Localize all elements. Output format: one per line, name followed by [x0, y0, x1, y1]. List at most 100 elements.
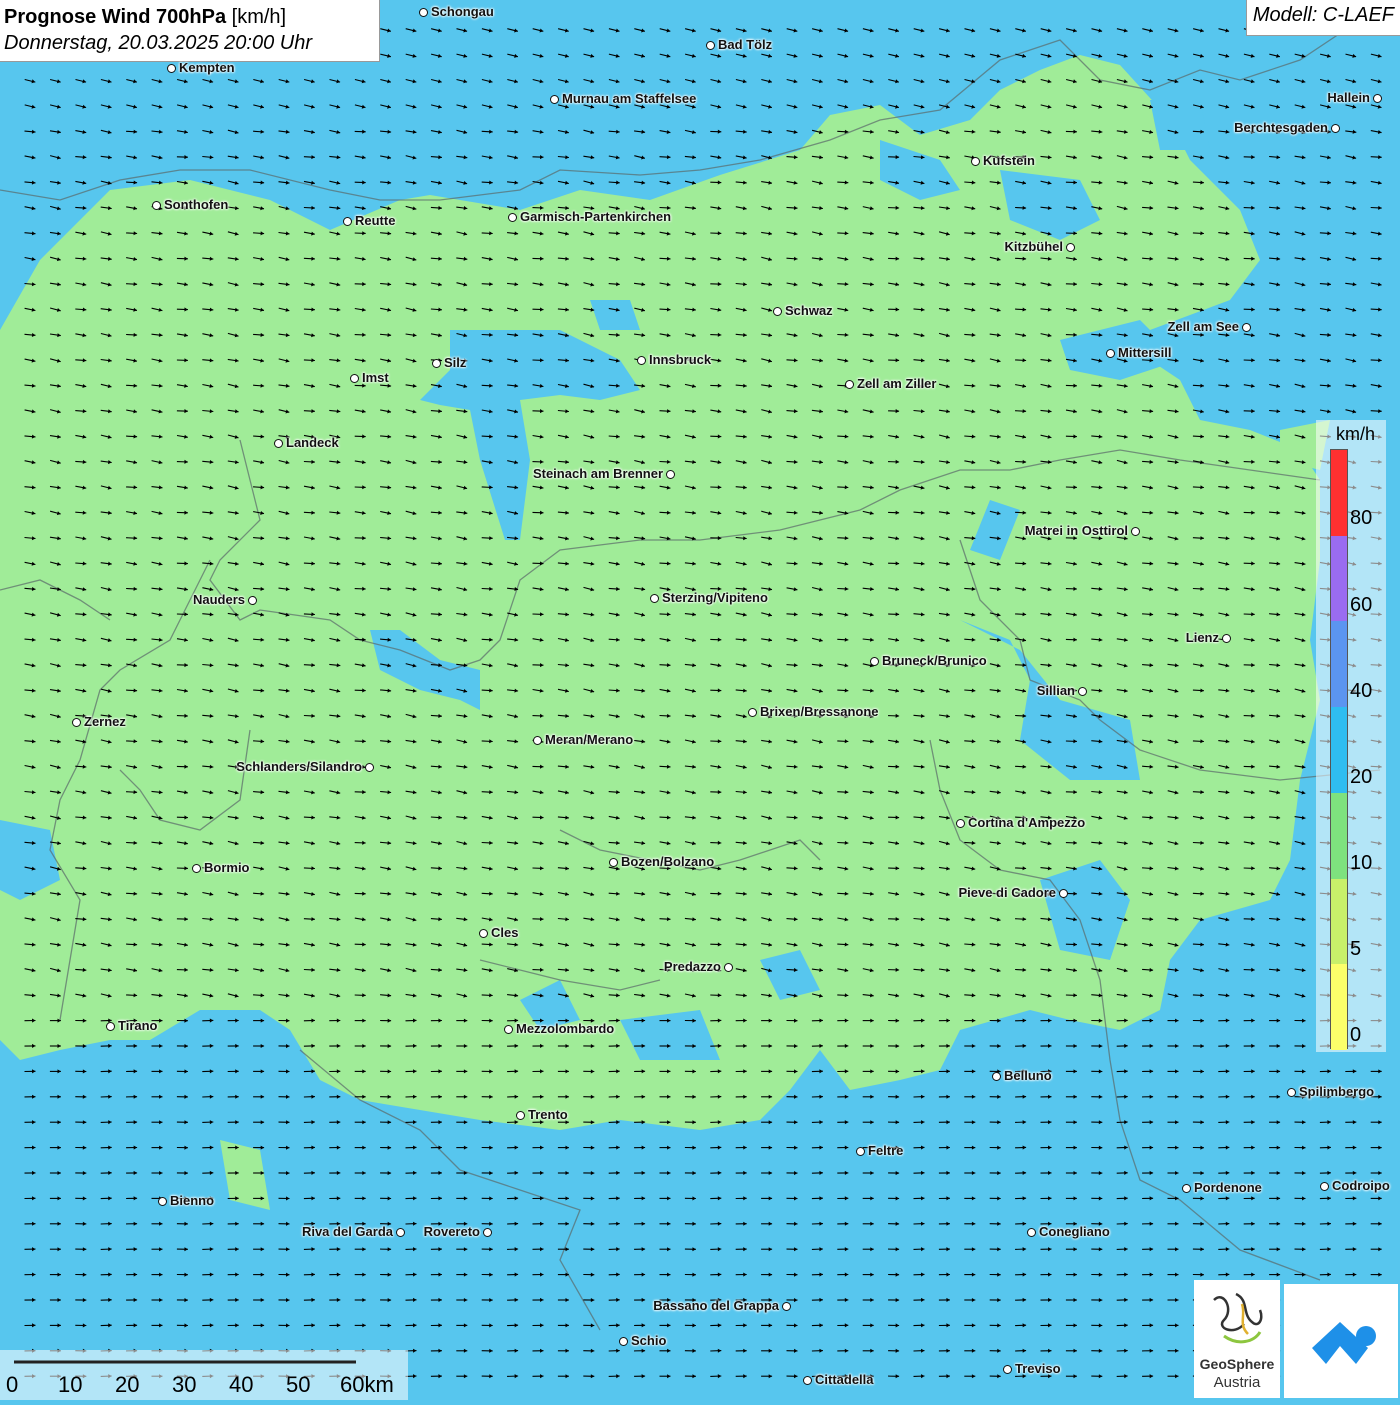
legend-segment — [1331, 964, 1347, 1050]
geosphere-logo-icon — [1194, 1280, 1280, 1356]
city-label: Pieve di Cadore — [958, 885, 1056, 900]
city-marker — [152, 201, 161, 210]
city-marker — [1078, 687, 1087, 696]
geosphere-sub: Austria — [1194, 1374, 1280, 1391]
city-label: Innsbruck — [649, 352, 711, 367]
city-label: Kitzbühel — [1005, 239, 1064, 254]
city-marker — [845, 380, 854, 389]
city-marker — [782, 1302, 791, 1311]
map-title: Prognose Wind 700hPa [km/h] — [4, 4, 379, 30]
city-label: Bozen/Bolzano — [621, 854, 714, 869]
city-label: Silz — [444, 355, 466, 370]
legend-segment — [1331, 707, 1347, 793]
city-marker — [72, 718, 81, 727]
city-label: Bormio — [204, 860, 250, 875]
city-label: Cittadella — [815, 1372, 874, 1387]
legend-label: 5 — [1350, 938, 1361, 961]
city-marker — [870, 657, 879, 666]
city-marker — [419, 8, 428, 17]
city-label: Schlanders/Silandro — [236, 759, 362, 774]
legend-label: 0 — [1350, 1024, 1361, 1047]
legend-label: 40 — [1350, 680, 1372, 703]
city-label: Bassano del Grappa — [653, 1298, 779, 1313]
city-marker — [248, 596, 257, 605]
city-marker — [350, 374, 359, 383]
scale-label: 0 — [6, 1372, 18, 1398]
city-label: Sillian — [1037, 683, 1075, 698]
city-label: Schio — [631, 1333, 666, 1348]
scale-label: 50 — [286, 1372, 310, 1398]
city-label: Predazzo — [664, 959, 721, 974]
city-label: Brixen/Bressanone — [760, 704, 879, 719]
city-marker — [650, 594, 659, 603]
city-marker — [508, 213, 517, 222]
city-marker — [167, 64, 176, 73]
city-label: Mezzolombardo — [516, 1021, 614, 1036]
map-title-bold: Prognose Wind 700hPa — [4, 6, 226, 28]
city-label: Zell am See — [1167, 319, 1239, 334]
city-label: Schwaz — [785, 303, 833, 318]
city-marker — [1182, 1184, 1191, 1193]
city-marker — [1242, 323, 1251, 332]
city-label: Bienno — [170, 1193, 214, 1208]
city-marker — [1373, 94, 1382, 103]
city-label: Trento — [528, 1107, 568, 1122]
scale-label: 40 — [229, 1372, 253, 1398]
city-label: Cles — [491, 925, 518, 940]
city-label: Lienz — [1186, 630, 1219, 645]
city-label: Nauders — [193, 592, 245, 607]
city-marker — [1059, 889, 1068, 898]
legend-segment — [1331, 621, 1347, 707]
city-label: Mittersill — [1118, 345, 1171, 360]
city-marker — [619, 1337, 628, 1346]
city-label: Treviso — [1015, 1361, 1061, 1376]
legend-segment — [1331, 536, 1347, 622]
city-marker — [1331, 124, 1340, 133]
title-box: Prognose Wind 700hPa [km/h] Donnerstag, … — [0, 0, 380, 62]
city-marker — [1027, 1228, 1036, 1237]
city-label: Zell am Ziller — [857, 376, 936, 391]
city-marker — [773, 307, 782, 316]
city-label: Sterzing/Vipiteno — [662, 590, 768, 605]
model-label: Modell: C-LAEF — [1246, 0, 1400, 36]
city-marker — [343, 217, 352, 226]
city-marker — [158, 1197, 167, 1206]
city-label: Riva del Garda — [302, 1224, 393, 1239]
city-marker — [483, 1228, 492, 1237]
city-marker — [1003, 1365, 1012, 1374]
legend-color-bar — [1330, 449, 1348, 1049]
legend-segment — [1331, 879, 1347, 965]
scale-label: 60km — [340, 1372, 394, 1398]
legend-label: 10 — [1350, 852, 1372, 875]
city-marker — [666, 470, 675, 479]
city-label: Reutte — [355, 213, 395, 228]
city-label: Feltre — [868, 1143, 903, 1158]
city-marker — [550, 95, 559, 104]
city-label: Spilimbergo — [1299, 1084, 1374, 1099]
city-label: Pordenone — [1194, 1180, 1262, 1195]
city-label: Murnau am Staffelsee — [562, 91, 696, 106]
city-marker — [1131, 527, 1140, 536]
legend-segment — [1331, 450, 1347, 536]
city-marker — [533, 736, 542, 745]
city-label: Conegliano — [1039, 1224, 1110, 1239]
city-label: Imst — [362, 370, 389, 385]
scale-label: 30 — [172, 1372, 196, 1398]
city-label: Berchtesgaden — [1234, 120, 1328, 135]
legend-unit: km/h — [1336, 424, 1375, 445]
city-marker — [748, 708, 757, 717]
city-marker — [432, 359, 441, 368]
city-marker — [992, 1072, 1001, 1081]
city-marker — [479, 929, 488, 938]
city-label: Belluno — [1004, 1068, 1052, 1083]
city-label: Kufstein — [983, 153, 1035, 168]
legend-label: 20 — [1350, 766, 1372, 789]
city-marker — [1320, 1182, 1329, 1191]
geosphere-name: GeoSphere — [1194, 1356, 1280, 1372]
city-marker — [516, 1111, 525, 1120]
geosphere-logo: GeoSphere Austria — [1194, 1280, 1280, 1398]
city-marker — [365, 763, 374, 772]
city-marker — [956, 819, 965, 828]
weather-app-logo — [1284, 1284, 1398, 1398]
city-marker — [856, 1147, 865, 1156]
